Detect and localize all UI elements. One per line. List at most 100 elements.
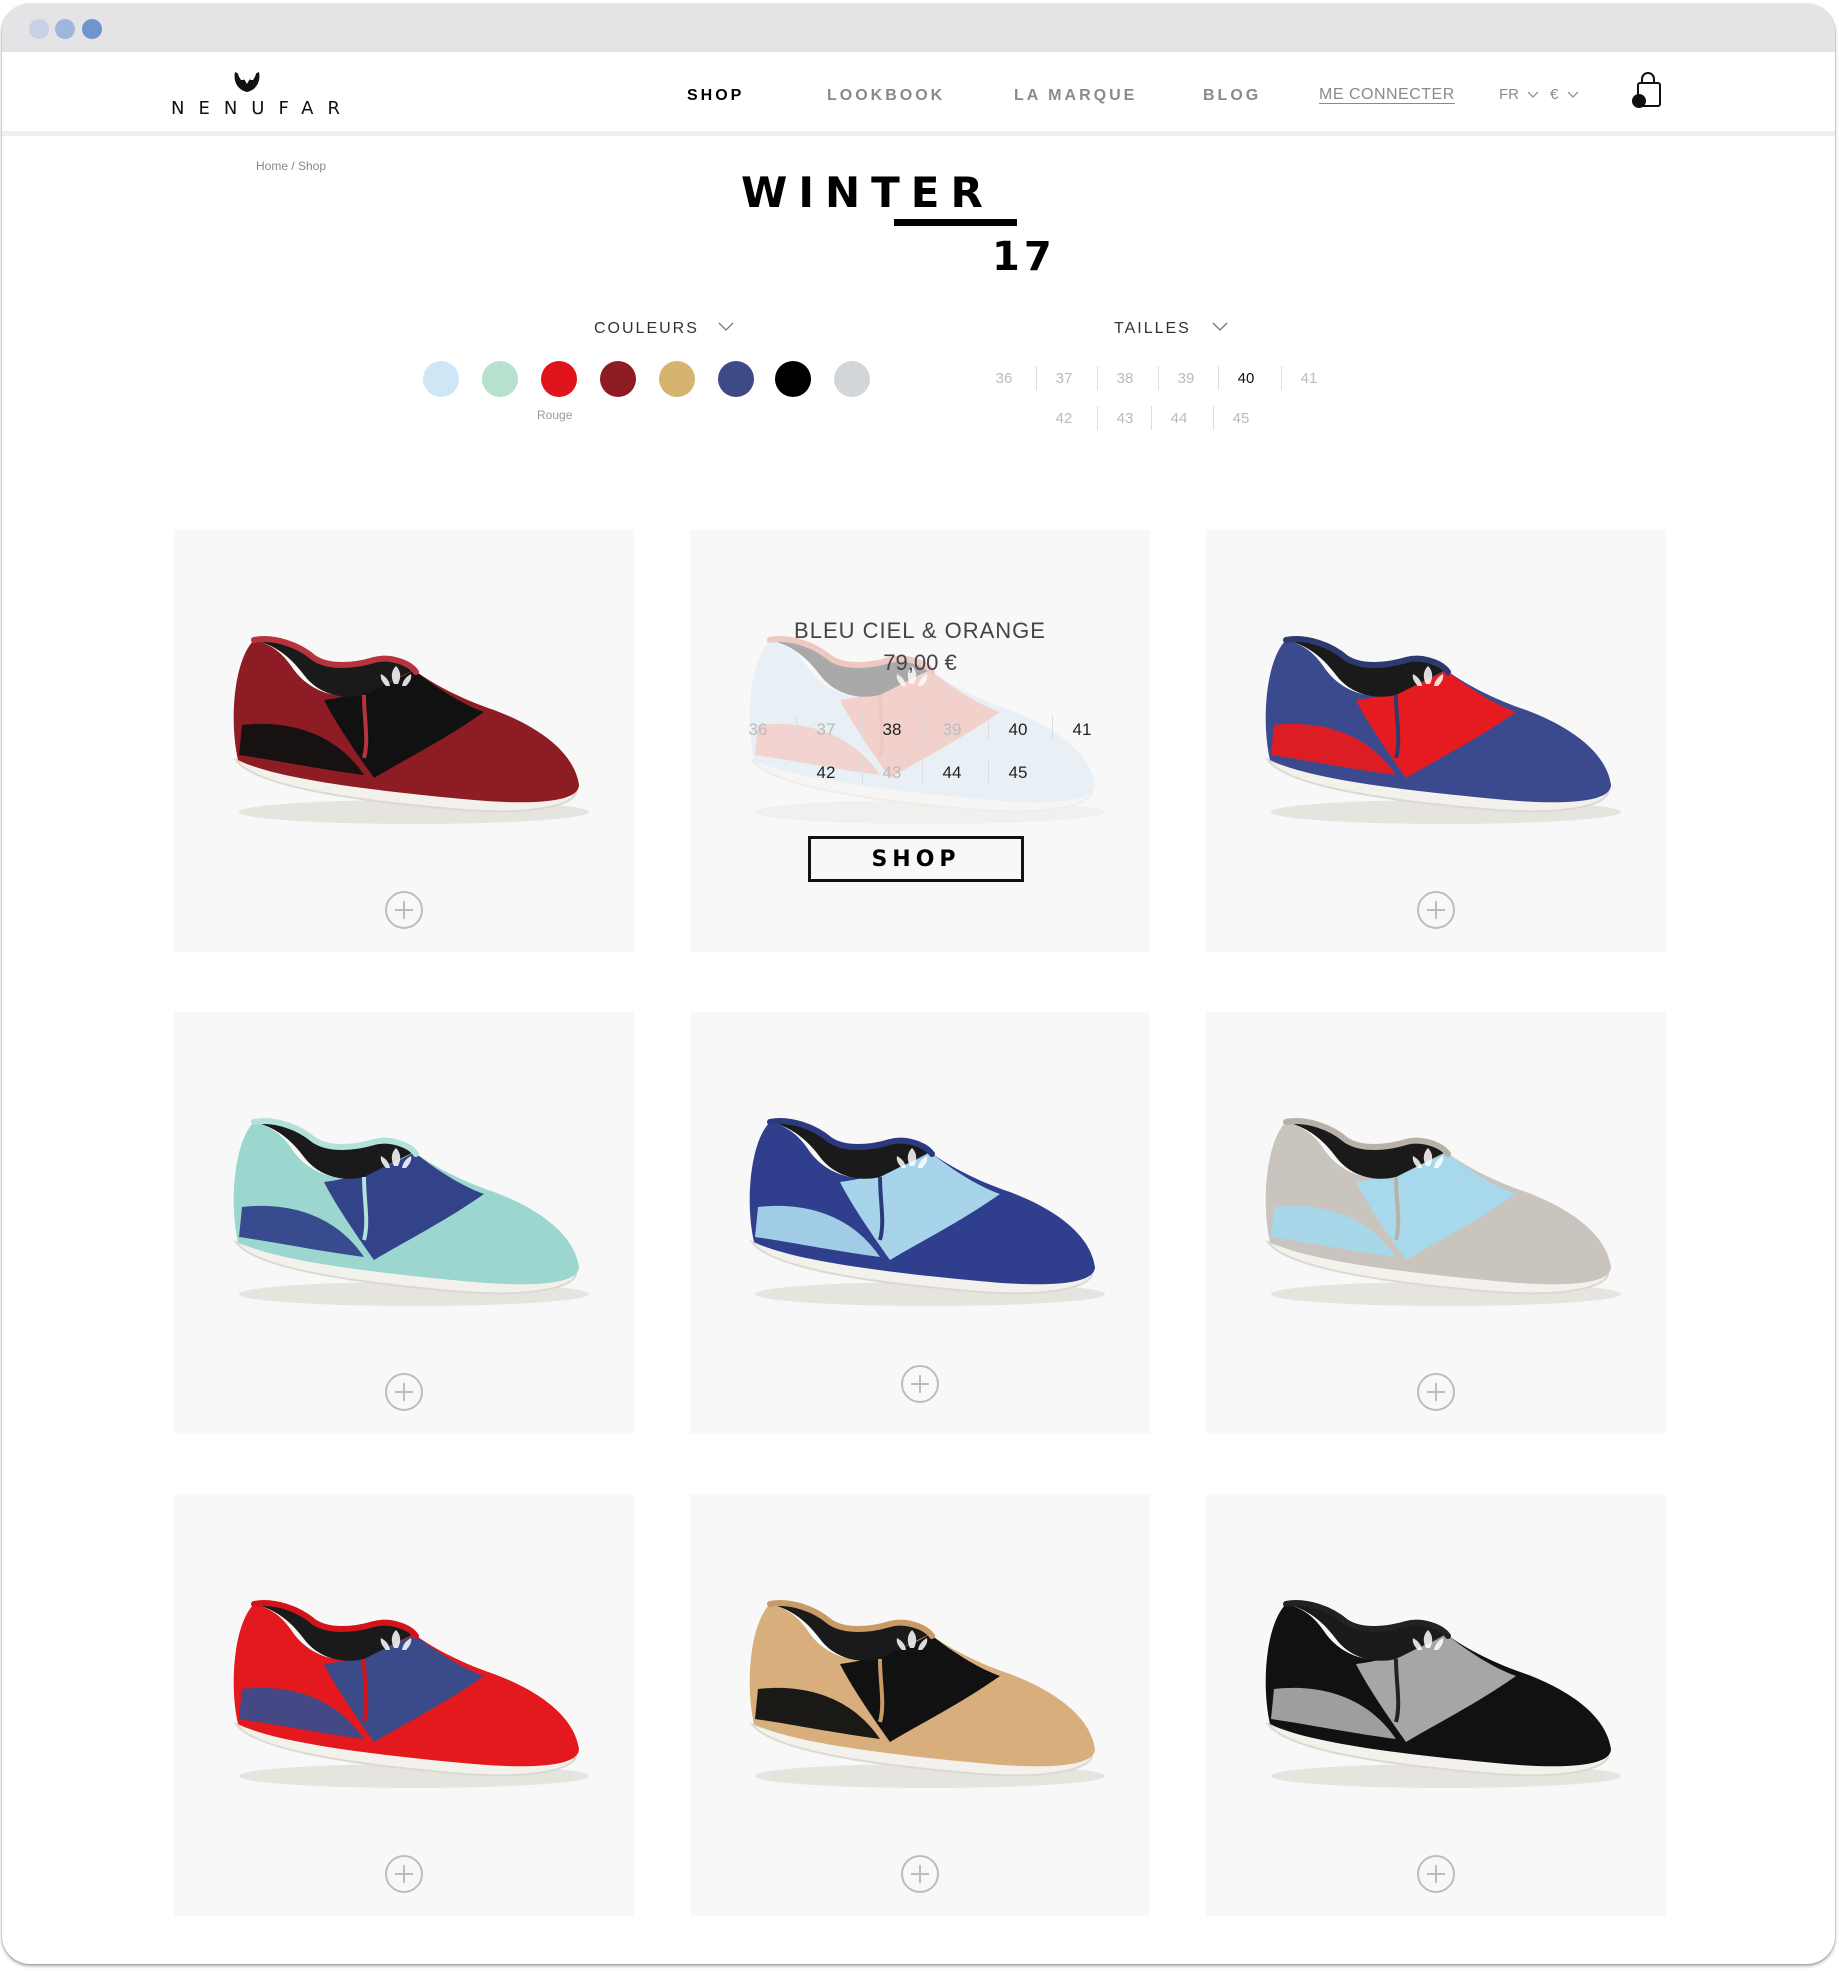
- add-icon[interactable]: [900, 1364, 940, 1404]
- product-price: 79,00 €: [883, 650, 957, 675]
- chevron-down-icon: [1567, 91, 1579, 98]
- product-card[interactable]: [174, 1494, 634, 1916]
- currency-value: €: [1550, 86, 1559, 103]
- size-divider: [862, 759, 863, 783]
- size-divider: [1097, 366, 1098, 390]
- product-card[interactable]: [1206, 530, 1666, 952]
- size-divider: [1218, 366, 1219, 390]
- color-swatch[interactable]: [775, 361, 811, 397]
- quick-size-option[interactable]: 41: [1062, 720, 1102, 740]
- product-card[interactable]: [690, 1012, 1150, 1434]
- product-card[interactable]: [174, 530, 634, 952]
- language-select[interactable]: FR: [1499, 86, 1539, 103]
- add-icon[interactable]: [1416, 1372, 1456, 1412]
- add-icon[interactable]: [1416, 1854, 1456, 1894]
- size-divider: [922, 716, 923, 740]
- window-titlebar: [2, 4, 1835, 52]
- size-divider: [988, 716, 989, 740]
- quick-size-option[interactable]: 43: [872, 763, 912, 783]
- add-icon[interactable]: [384, 1854, 424, 1894]
- slipper-image: [1265, 636, 1621, 824]
- quick-size-option[interactable]: 37: [806, 720, 846, 740]
- window-maximize-dot[interactable]: [82, 19, 102, 39]
- color-swatch[interactable]: [718, 361, 754, 397]
- color-swatch[interactable]: [482, 361, 518, 397]
- slipper-image: [1265, 1600, 1621, 1788]
- chevron-down-icon[interactable]: [718, 322, 734, 332]
- quick-size-option[interactable]: 44: [932, 763, 972, 783]
- quick-size-option[interactable]: 39: [932, 720, 972, 740]
- title-underline: [894, 219, 1017, 226]
- shop-button[interactable]: SHOP: [808, 836, 1024, 882]
- size-divider: [1097, 406, 1098, 430]
- product-card[interactable]: BLEU CIEL & ORANGE 79,00 € 36 37 38 39 40 41 42 4…: [690, 530, 1150, 952]
- size-divider: [922, 759, 923, 783]
- size-option[interactable]: 41: [1289, 370, 1329, 387]
- size-divider: [1213, 406, 1214, 430]
- slipper-image: [233, 1600, 589, 1788]
- size-divider: [988, 759, 989, 783]
- color-swatch[interactable]: [834, 361, 870, 397]
- size-divider: [796, 716, 797, 740]
- size-divider: [1036, 366, 1037, 390]
- breadcrumb[interactable]: Home / Shop: [256, 159, 326, 173]
- nav-lookbook[interactable]: LOOKBOOK: [827, 87, 945, 105]
- color-swatch[interactable]: [541, 361, 577, 397]
- size-option[interactable]: 39: [1166, 370, 1206, 387]
- add-icon[interactable]: [1416, 890, 1456, 930]
- product-card[interactable]: [1206, 1494, 1666, 1916]
- size-divider: [1281, 366, 1282, 390]
- logo[interactable]: NENUFAR: [171, 64, 354, 122]
- colors-filter-label[interactable]: COULEURS: [594, 320, 699, 338]
- quick-size-option[interactable]: 38: [872, 720, 912, 740]
- water-lily-logo-icon: [234, 67, 260, 92]
- window-close-dot[interactable]: [29, 19, 49, 39]
- language-value: FR: [1499, 86, 1519, 103]
- slipper-image: [749, 1600, 1105, 1788]
- slipper-image: [1265, 1118, 1621, 1306]
- size-option[interactable]: 44: [1159, 410, 1199, 427]
- size-option[interactable]: 42: [1044, 410, 1084, 427]
- size-divider: [1052, 716, 1053, 740]
- chevron-down-icon: [1527, 91, 1539, 98]
- browser-window: NENUFAR SHOP LOOKBOOK LA MARQUE BLOG ME …: [2, 4, 1835, 1964]
- color-swatch[interactable]: [600, 361, 636, 397]
- size-option[interactable]: 38: [1105, 370, 1145, 387]
- window-minimize-dot[interactable]: [55, 19, 75, 39]
- product-card[interactable]: [1206, 1012, 1666, 1434]
- product-card[interactable]: [174, 1012, 634, 1434]
- color-swatch[interactable]: [423, 361, 459, 397]
- quick-size-option[interactable]: 40: [998, 720, 1038, 740]
- size-divider: [862, 716, 863, 740]
- product-card[interactable]: [690, 1494, 1150, 1916]
- size-option[interactable]: 37: [1044, 370, 1084, 387]
- slipper-image: [233, 1118, 589, 1306]
- color-swatch[interactable]: [659, 361, 695, 397]
- add-icon[interactable]: [384, 1372, 424, 1412]
- slipper-image: [749, 1118, 1105, 1306]
- page-title-year: 17: [992, 234, 1056, 280]
- size-option[interactable]: 43: [1105, 410, 1145, 427]
- product-name: BLEU CIEL & ORANGE: [794, 618, 1046, 643]
- size-option[interactable]: 40: [1226, 370, 1266, 387]
- site-header: NENUFAR SHOP LOOKBOOK LA MARQUE BLOG ME …: [2, 52, 1835, 136]
- size-divider: [1151, 406, 1152, 430]
- logo-text: NENUFAR: [171, 98, 354, 119]
- add-icon[interactable]: [900, 1854, 940, 1894]
- size-divider: [1158, 366, 1159, 390]
- nav-la-marque[interactable]: LA MARQUE: [1014, 87, 1137, 105]
- nav-shop[interactable]: SHOP: [687, 87, 744, 105]
- size-option[interactable]: 45: [1221, 410, 1261, 427]
- slipper-image: [233, 636, 589, 824]
- chevron-down-icon[interactable]: [1212, 322, 1228, 332]
- quick-size-option[interactable]: 45: [998, 763, 1038, 783]
- quick-size-option[interactable]: 36: [738, 720, 778, 740]
- size-option[interactable]: 36: [984, 370, 1024, 387]
- add-icon[interactable]: [384, 890, 424, 930]
- currency-select[interactable]: €: [1550, 86, 1579, 103]
- sizes-filter-label[interactable]: TAILLES: [1114, 320, 1191, 338]
- quick-size-option[interactable]: 42: [806, 763, 846, 783]
- login-link[interactable]: ME CONNECTER: [1319, 86, 1455, 104]
- nav-blog[interactable]: BLOG: [1203, 87, 1261, 105]
- shopping-bag-icon[interactable]: [1630, 70, 1666, 110]
